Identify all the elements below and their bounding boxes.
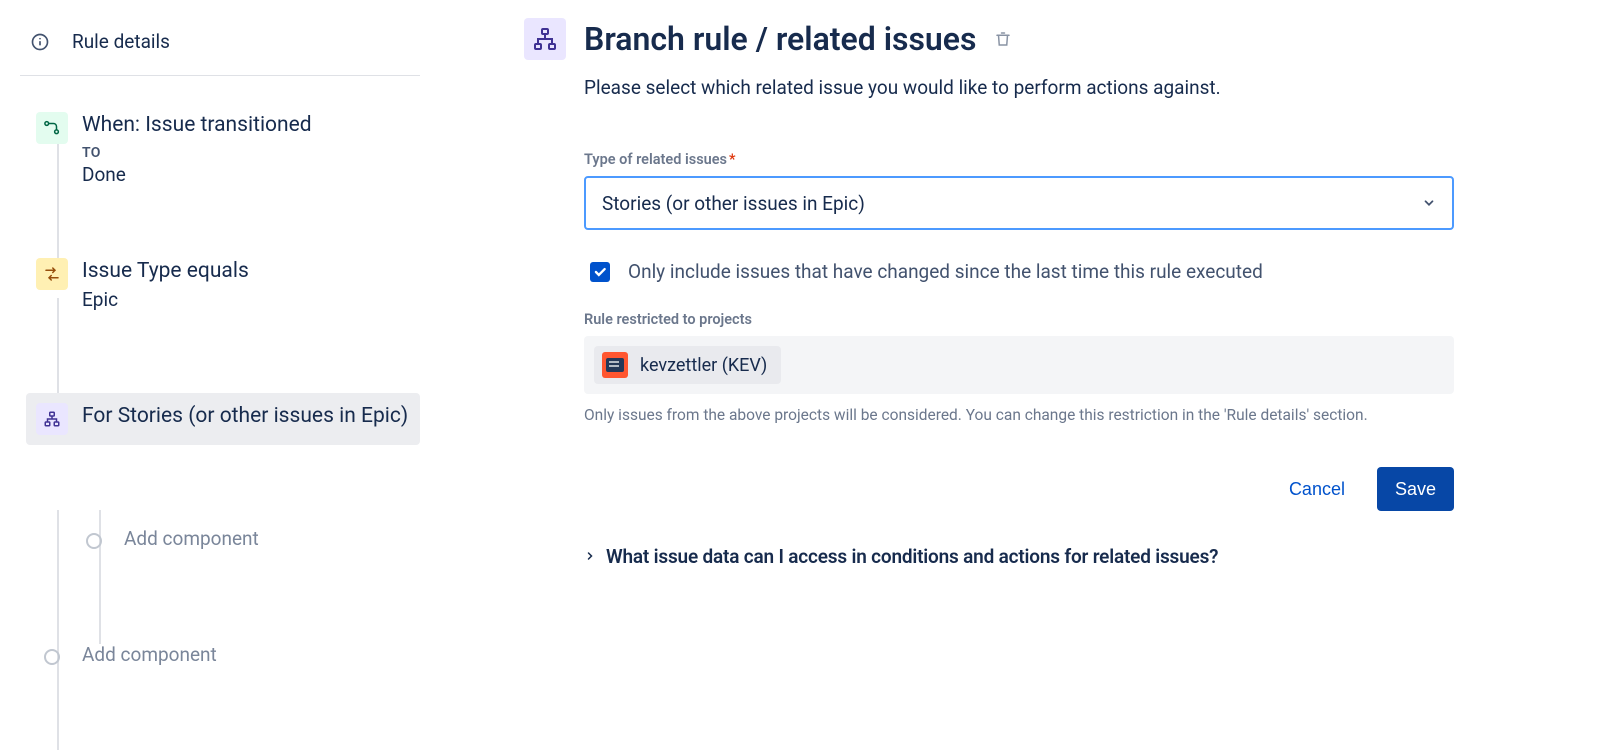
- info-icon: [30, 32, 50, 52]
- main-panel: Branch rule / related issues Please sele…: [420, 18, 1580, 678]
- help-disclosure[interactable]: What issue data can I access in conditio…: [584, 545, 1454, 568]
- add-component-inner-label: Add component: [124, 527, 410, 552]
- type-field-label: Type of related issues*: [584, 151, 1454, 168]
- project-chip[interactable]: kevzettler (KEV): [594, 346, 781, 384]
- cancel-button[interactable]: Cancel: [1271, 467, 1363, 511]
- add-component-outer-label: Add component: [82, 643, 410, 668]
- condition-title: Issue Type equals: [82, 258, 410, 285]
- page-description: Please select which related issue you wo…: [584, 76, 1580, 99]
- branch-header-icon: [524, 18, 566, 60]
- project-avatar-icon: [602, 352, 628, 378]
- chevron-right-icon: [584, 547, 596, 566]
- restricted-help-text: Only issues from the above projects will…: [584, 404, 1454, 427]
- restricted-projects-box: kevzettler (KEV): [584, 336, 1454, 394]
- trigger-row[interactable]: When: Issue transitioned TO Done: [26, 102, 420, 196]
- rule-details-label: Rule details: [72, 30, 170, 53]
- delete-rule-button[interactable]: [994, 30, 1012, 48]
- condition-icon: [36, 258, 68, 290]
- condition-row[interactable]: Issue Type equals Epic: [26, 248, 420, 320]
- trigger-to-label: TO: [82, 145, 410, 161]
- trigger-icon: [36, 112, 68, 144]
- add-component-outer[interactable]: Add component: [26, 633, 420, 678]
- empty-step-icon: [44, 649, 60, 665]
- save-button[interactable]: Save: [1377, 467, 1454, 511]
- add-component-inner[interactable]: Add component: [68, 517, 420, 562]
- condition-value: Epic: [82, 288, 410, 311]
- only-changed-label: Only include issues that have changed si…: [628, 260, 1263, 283]
- branch-icon: [36, 403, 68, 435]
- restricted-label: Rule restricted to projects: [584, 311, 1454, 328]
- branch-row[interactable]: For Stories (or other issues in Epic): [26, 393, 420, 445]
- project-name: kevzettler (KEV): [640, 355, 767, 376]
- chevron-down-icon: [1422, 192, 1436, 215]
- page-title: Branch rule / related issues: [584, 20, 976, 58]
- only-changed-checkbox[interactable]: [590, 262, 610, 282]
- rule-details-link[interactable]: Rule details: [20, 18, 420, 76]
- empty-step-icon: [86, 533, 102, 549]
- trigger-title: When: Issue transitioned: [82, 112, 410, 139]
- type-selected-value: Stories (or other issues in Epic): [602, 192, 865, 215]
- trigger-to-value: Done: [82, 163, 410, 186]
- sidebar: Rule details When: Issue transitioned: [20, 18, 420, 678]
- help-disclosure-label: What issue data can I access in conditio…: [606, 545, 1218, 568]
- branch-title: For Stories (or other issues in Epic): [82, 403, 410, 430]
- type-of-related-issues-select[interactable]: Stories (or other issues in Epic): [584, 176, 1454, 230]
